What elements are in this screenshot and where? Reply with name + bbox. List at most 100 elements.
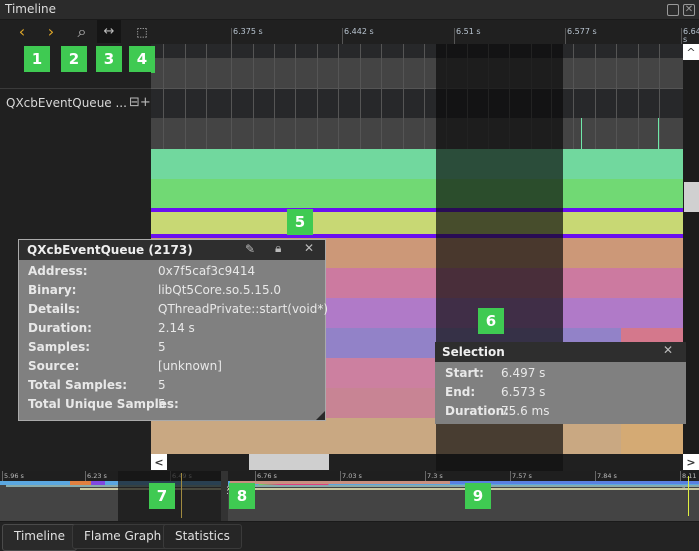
float-window-icon[interactable] xyxy=(667,4,679,16)
grid-line xyxy=(231,44,232,149)
ruler-tick: 6.577 s xyxy=(565,28,597,44)
selection-title: Selection xyxy=(442,345,505,359)
tab-flame-graph[interactable]: Flame Graph xyxy=(72,524,174,549)
tooltip-value: 5 xyxy=(158,397,166,411)
scroll-up-icon[interactable]: ^ xyxy=(683,44,699,60)
chevron-left-icon: ‹ xyxy=(18,22,26,41)
grid-line xyxy=(403,44,404,149)
vertical-scroll-thumb[interactable] xyxy=(684,182,699,212)
grid-line xyxy=(295,44,296,149)
annotation-badge-3: 3 xyxy=(96,46,122,72)
selection-value: 6.497 s xyxy=(501,366,546,380)
tooltip-value: QThreadPrivate::start(void*) xyxy=(158,302,329,316)
grid-line xyxy=(274,44,275,149)
overview-tick: 7.03 s xyxy=(340,471,362,481)
annotation-badge-8: 8 xyxy=(229,483,255,509)
close-icon[interactable]: ✕ xyxy=(304,241,314,255)
tooltip-row: Address: 0x7f5caf3c9414 xyxy=(19,264,325,282)
flame-frame[interactable] xyxy=(151,179,683,208)
tooltip-value: 5 xyxy=(158,340,166,354)
selection-header: Selection ✕ xyxy=(435,342,686,362)
window-title: Timeline xyxy=(5,2,57,16)
annotation-badge-4: 4 xyxy=(129,46,155,72)
previous-button[interactable]: ‹ xyxy=(10,20,34,43)
tooltip-value: [unknown] xyxy=(158,359,222,373)
grid-line xyxy=(616,44,617,149)
overview-tick: 7.84 s xyxy=(595,471,617,481)
tooltip-row: Source: [unknown] xyxy=(19,359,325,377)
tooltip-value: libQt5Core.so.5.15.0 xyxy=(158,283,282,297)
overview-ruler: 5.96 s6.23 s6.49 s6.76 s7.03 s7.3 s7.57 … xyxy=(0,471,699,490)
tooltip-header: QXcbEventQueue (2173) ✎ 🔒︎ ✕ xyxy=(19,240,325,260)
tooltip-row: Binary: libQt5Core.so.5.15.0 xyxy=(19,283,325,301)
select-cursor-icon: ⬚ xyxy=(136,24,148,39)
lock-icon[interactable]: 🔒︎ xyxy=(275,241,281,256)
overview-timeline[interactable]: 5.96 s6.23 s6.49 s6.76 s7.03 s7.3 s7.57 … xyxy=(0,471,699,521)
scroll-left-icon[interactable]: < xyxy=(151,454,167,470)
fit-range-button[interactable]: ↔ xyxy=(97,20,121,43)
zoom-button[interactable]: ⌕ xyxy=(70,20,94,43)
grid-line xyxy=(317,44,318,149)
grid-line xyxy=(381,44,382,149)
tab-timeline[interactable]: Timeline xyxy=(2,524,78,551)
tooltip-title: QXcbEventQueue (2173) xyxy=(27,243,193,257)
flame-frame[interactable] xyxy=(151,212,683,234)
tooltip-value: 5 xyxy=(158,378,166,392)
grid-line xyxy=(638,44,639,149)
overview-tick: 8.11 s xyxy=(680,471,699,490)
selection-value: 75.6 ms xyxy=(501,404,550,418)
tooltip-key: Total Unique Samples: xyxy=(28,397,179,411)
time-ruler[interactable]: 6.375 s 6.442 s 6.51 s 6.577 s 6.644 s xyxy=(151,20,699,44)
tooltip-value: 0x7f5caf3c9414 xyxy=(158,264,256,278)
overview-drag-handle[interactable]: ⋮ xyxy=(221,471,232,521)
tab-statistics[interactable]: Statistics xyxy=(163,524,242,549)
pen-icon[interactable]: ✎ xyxy=(245,242,255,256)
tooltip-key: Details: xyxy=(28,302,81,316)
overview-tick: 7.3 s xyxy=(425,471,443,481)
chevron-right-icon: › xyxy=(47,22,55,41)
horizontal-scroll-thumb[interactable] xyxy=(249,454,329,470)
magnifier-icon: ⌕ xyxy=(77,21,87,41)
close-window-icon[interactable]: ✕ xyxy=(683,4,695,16)
add-track-icon[interactable]: ⊟+ xyxy=(129,95,151,110)
overview-tick: 6.76 s xyxy=(255,471,277,481)
tooltip-key: Samples: xyxy=(28,340,91,354)
grid-line xyxy=(424,44,425,149)
annotation-badge-2: 2 xyxy=(61,46,87,72)
tooltip-value: 2.14 s xyxy=(158,321,195,335)
flame-frame[interactable] xyxy=(151,149,683,179)
selection-key: Duration: xyxy=(445,404,509,418)
tooltip-row: Duration: 2.14 s xyxy=(19,321,325,339)
selection-key: End: xyxy=(445,385,476,399)
overview-tick: 6.23 s xyxy=(85,471,107,481)
title-bar: Timeline ✕ xyxy=(0,0,699,20)
scroll-right-icon[interactable]: > xyxy=(683,454,699,470)
annotation-badge-5: 5 xyxy=(287,209,313,235)
fit-width-icon: ↔ xyxy=(103,24,115,39)
tooltip-key: Address: xyxy=(28,264,88,278)
view-tabs: Timeline Flame Graph Statistics xyxy=(0,521,699,551)
close-icon[interactable]: ✕ xyxy=(663,343,673,357)
grid-line xyxy=(573,44,574,149)
annotation-badge-7: 7 xyxy=(149,483,175,509)
ruler-tick: 6.644 s xyxy=(681,28,699,44)
grid-line xyxy=(595,44,596,149)
resize-grip-icon[interactable] xyxy=(316,411,325,420)
next-button[interactable]: › xyxy=(39,20,63,43)
horizontal-scrollbar[interactable]: < > xyxy=(151,454,699,471)
annotation-badge-6: 6 xyxy=(478,308,504,334)
selection-row: End: 6.573 s xyxy=(436,385,686,403)
overview-tick: 5.96 s xyxy=(2,471,24,481)
ruler-tick: 6.442 s xyxy=(342,28,374,44)
selection-info-panel: Selection ✕ Start: 6.497 s End: 6.573 s Dura… xyxy=(435,342,686,424)
ruler-tick: 6.375 s xyxy=(231,28,263,44)
grid-line xyxy=(185,44,186,149)
tooltip-key: Source: xyxy=(28,359,80,373)
tooltip-row: Samples: 5 xyxy=(19,340,325,358)
thread-label[interactable]: QXcbEventQueue ... xyxy=(6,96,127,110)
grid-line xyxy=(253,44,254,149)
selection-value: 6.573 s xyxy=(501,385,546,399)
tooltip-row: Details: QThreadPrivate::start(void*) xyxy=(19,302,329,320)
tooltip-key: Binary: xyxy=(28,283,77,297)
tooltip-key: Duration: xyxy=(28,321,92,335)
